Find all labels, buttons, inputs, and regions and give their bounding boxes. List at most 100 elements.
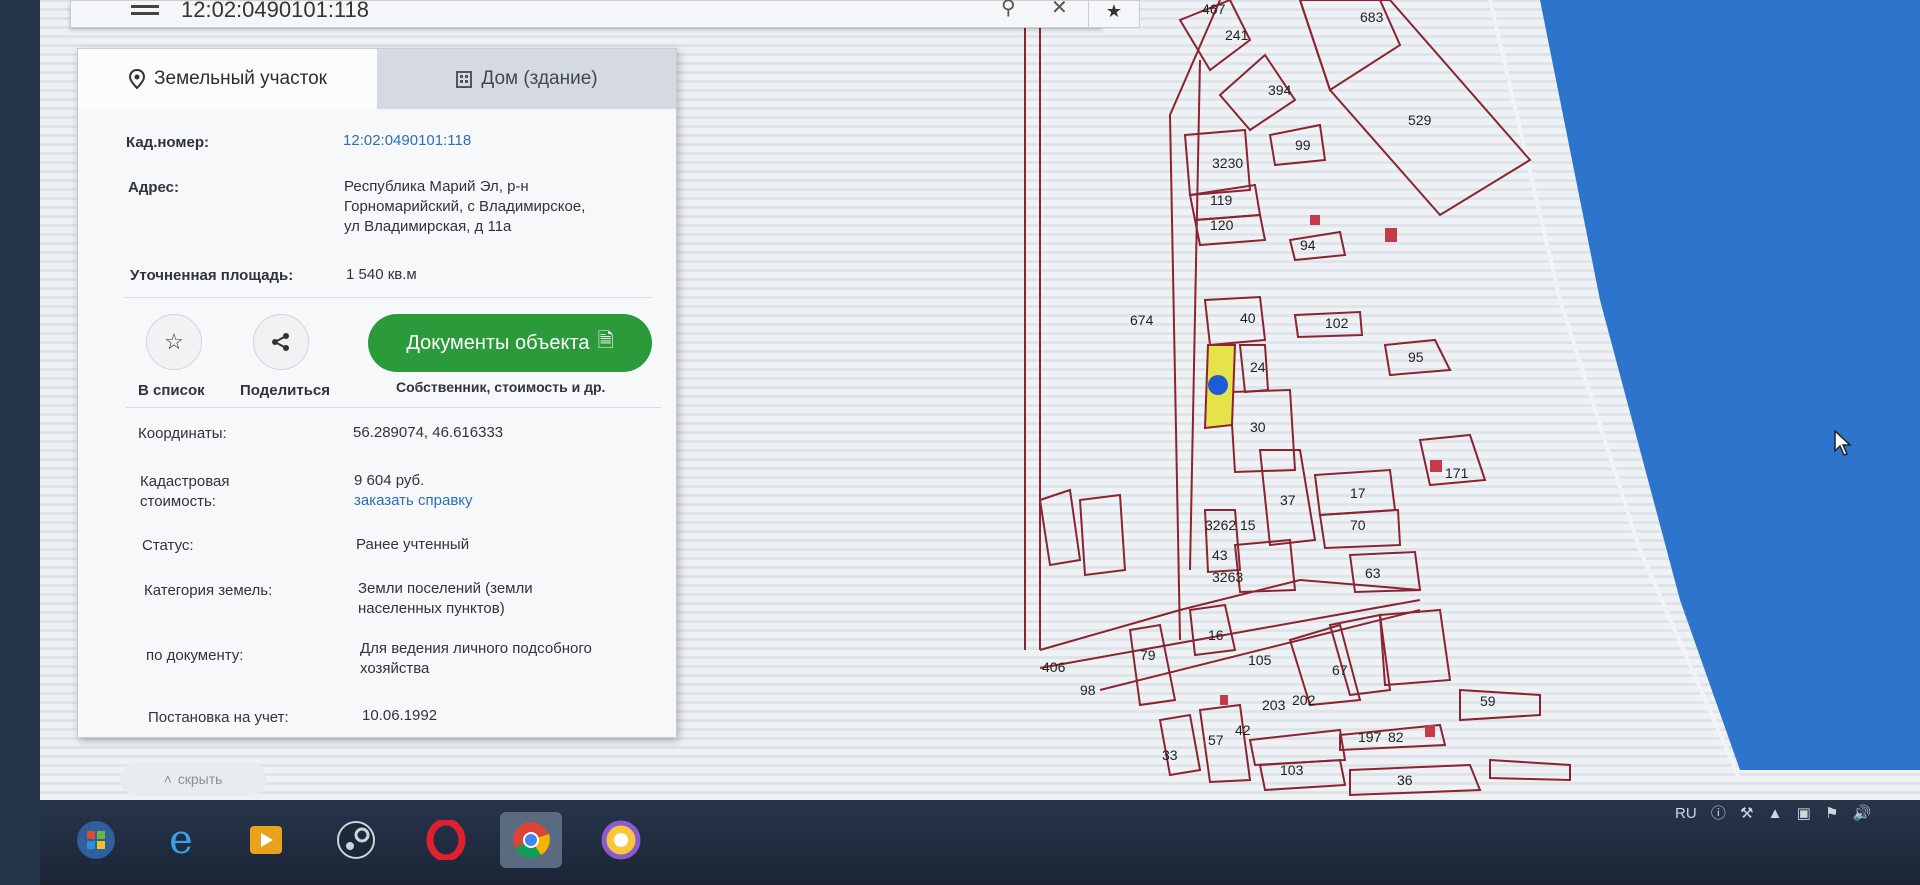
plot-label: 394	[1268, 82, 1292, 98]
by-document-value-2: хозяйства	[360, 660, 430, 677]
plot-label: 40	[1240, 310, 1256, 326]
cadastral-cost-value: 9 604 руб.	[354, 472, 425, 489]
plot-label: 3263	[1212, 569, 1243, 585]
location-marker	[1208, 375, 1228, 395]
globe-browser-icon	[601, 820, 641, 860]
cad-number-value[interactable]: 12:02:0490101:118	[343, 131, 471, 151]
search-icon[interactable]: ⚲	[1001, 0, 1016, 20]
area-label: Уточненная площадь:	[130, 267, 294, 284]
share-label[interactable]: Поделиться	[240, 382, 330, 399]
background-window-edge	[0, 0, 40, 885]
plot-label: 3230	[1212, 155, 1243, 171]
chevron-up-icon: ˄	[163, 771, 172, 787]
plot-label: 95	[1408, 349, 1424, 365]
hide-panel-button[interactable]: ˄ скрыть	[120, 762, 266, 796]
coordinates-value: 56.289074, 46.616333	[353, 424, 504, 441]
tab-house[interactable]: Дом (здание)	[377, 49, 676, 109]
plot-label: 37	[1280, 492, 1296, 508]
opera-icon	[426, 820, 466, 860]
divider	[123, 297, 653, 298]
media-player-icon	[250, 826, 282, 854]
menu-icon[interactable]	[131, 1, 159, 25]
tab-land-plot[interactable]: Земельный участок	[78, 49, 377, 109]
plot-label: 98	[1080, 682, 1096, 698]
plot-label: 674	[1130, 312, 1154, 328]
plot-label: 103	[1280, 762, 1304, 778]
taskbar-browser[interactable]	[590, 812, 652, 868]
cad-number-label: Кад.номер:	[126, 134, 209, 151]
network-icon[interactable]: ▣	[1797, 805, 1811, 822]
windows-logo-icon	[77, 821, 115, 859]
share-button[interactable]	[253, 314, 309, 370]
plot-label: 683	[1360, 9, 1384, 25]
star-icon: ★	[1105, 1, 1123, 21]
plot-label: 30	[1250, 419, 1266, 435]
address-line-2: Горномарийский, с Владимирское,	[344, 198, 586, 215]
share-icon	[272, 333, 289, 351]
taskbar-media-player[interactable]	[235, 812, 297, 868]
document-icon: 🗎	[597, 330, 614, 352]
by-document-label: по документу:	[146, 647, 244, 664]
plot-label: 82	[1388, 729, 1404, 745]
docs-button-subtitle: Собственник, стоимость и др.	[396, 379, 606, 395]
taskbar-opera[interactable]	[415, 812, 477, 868]
plot-label: 406	[1042, 659, 1066, 675]
location-pin-icon	[129, 69, 146, 89]
by-document-value-1: Для ведения личного подсобного	[360, 640, 592, 657]
status-value: Ранее учтенный	[356, 536, 470, 553]
plot-label: 203	[1262, 697, 1286, 713]
plot-label: 24	[1250, 359, 1266, 375]
chrome-icon	[513, 822, 550, 858]
plot-label: 120	[1210, 217, 1234, 233]
taskbar-chrome[interactable]	[500, 812, 562, 868]
system-tray: RU ⓘ ⚒ ▲ ▣ ⚑ 🔊	[1675, 802, 1871, 823]
browser-screen: 467 241 683 529 394 99 3230 119 120 94 6…	[40, 0, 1920, 885]
plot-label: 57	[1208, 732, 1224, 748]
plot-label: 467	[1202, 1, 1226, 17]
cadastral-cost-label-1: Кадастровая	[140, 473, 230, 490]
info-panel: Земельный участок Дом (здание) Кад.номер…	[77, 48, 677, 738]
plot-label: 16	[1208, 627, 1224, 643]
plot-label: 197	[1358, 729, 1382, 745]
area-value: 1 540 кв.м	[346, 266, 417, 283]
coordinates-label: Координаты:	[138, 425, 227, 442]
add-to-list-label[interactable]: В список	[138, 382, 205, 399]
plot-label: 3262	[1205, 517, 1236, 533]
order-certificate-link[interactable]: заказать справку	[354, 491, 473, 511]
flag-icon[interactable]: ⚑	[1825, 805, 1838, 822]
object-documents-button[interactable]: Документы объекта 🗎	[368, 314, 652, 372]
address-line-3: ул Владимирская, д 11а	[344, 218, 512, 235]
start-button[interactable]	[65, 812, 127, 868]
steam-icon	[337, 821, 375, 859]
taskbar-internet-explorer[interactable]: e	[150, 812, 212, 868]
address-line-1: Республика Марий Эл, р-н	[344, 178, 529, 195]
help-icon[interactable]: ⓘ	[1711, 805, 1726, 822]
panel-tabs: Земельный участок Дом (здание)	[78, 49, 676, 109]
plot-label: 79	[1140, 647, 1156, 663]
plot-label: 171	[1445, 465, 1469, 481]
search-input[interactable]: 12:02:0490101:118	[181, 0, 369, 23]
arrow-up-icon[interactable]: ▲	[1768, 805, 1783, 822]
plot-label: 36	[1397, 772, 1413, 788]
cadastral-cost-label-2: стоимость:	[140, 493, 216, 510]
bookmark-button[interactable]: ★	[1088, 0, 1140, 28]
plot-label: 529	[1408, 112, 1432, 128]
plot-label: 43	[1212, 547, 1228, 563]
tab-land-label: Земельный участок	[154, 68, 327, 89]
tools-icon[interactable]: ⚒	[1740, 805, 1753, 822]
add-to-list-button[interactable]: ☆	[146, 314, 202, 370]
land-category-value-2: населенных пунктов)	[358, 600, 505, 617]
internet-explorer-icon: e	[169, 817, 193, 863]
search-bar[interactable]: 12:02:0490101:118 ⚲ ✕	[70, 0, 1102, 28]
close-icon[interactable]: ✕	[1051, 0, 1068, 20]
volume-icon[interactable]: 🔊	[1853, 805, 1872, 822]
divider	[126, 407, 661, 408]
land-category-label: Категория земель:	[144, 582, 273, 599]
language-indicator[interactable]: RU	[1675, 805, 1697, 822]
taskbar-steam[interactable]	[325, 812, 387, 868]
plot-label: 102	[1325, 315, 1349, 331]
tab-house-label: Дом (здание)	[481, 68, 598, 89]
plot-label: 99	[1295, 137, 1311, 153]
address-label: Адрес:	[128, 179, 179, 196]
plot-labels: 467 241 683 529 394 99 3230 119 120 94 6…	[1042, 1, 1496, 788]
